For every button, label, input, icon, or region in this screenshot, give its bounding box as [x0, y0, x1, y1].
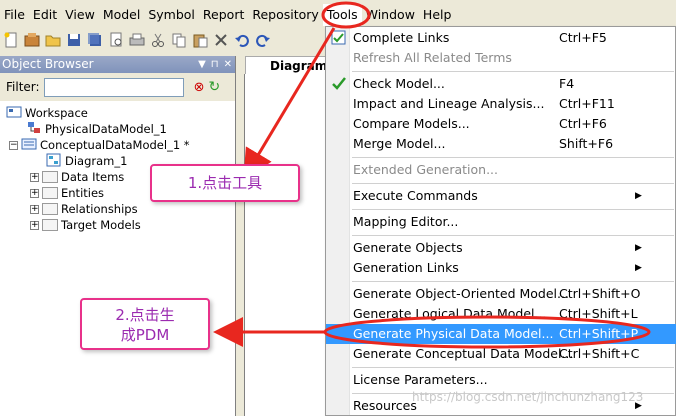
annotation-step2-line2: 成PDM — [120, 326, 170, 344]
annotation-step1: 1.点击工具 — [150, 164, 300, 202]
arrow-to-step1 — [243, 27, 336, 180]
annotation-overlay — [213, 1, 651, 349]
tools-highlight-ellipse — [321, 1, 371, 29]
annotation-step2-line1: 2.点击生 — [115, 306, 175, 324]
watermark: https://blog.csdn.net/jinchunzhang123 — [412, 390, 644, 404]
generate-pdm-highlight-ellipse — [323, 315, 651, 349]
annotation-step2: 2.点击生 成PDM — [80, 298, 210, 350]
powerdesigner-window: File Edit View Model Symbol Report Repos… — [0, 0, 676, 416]
